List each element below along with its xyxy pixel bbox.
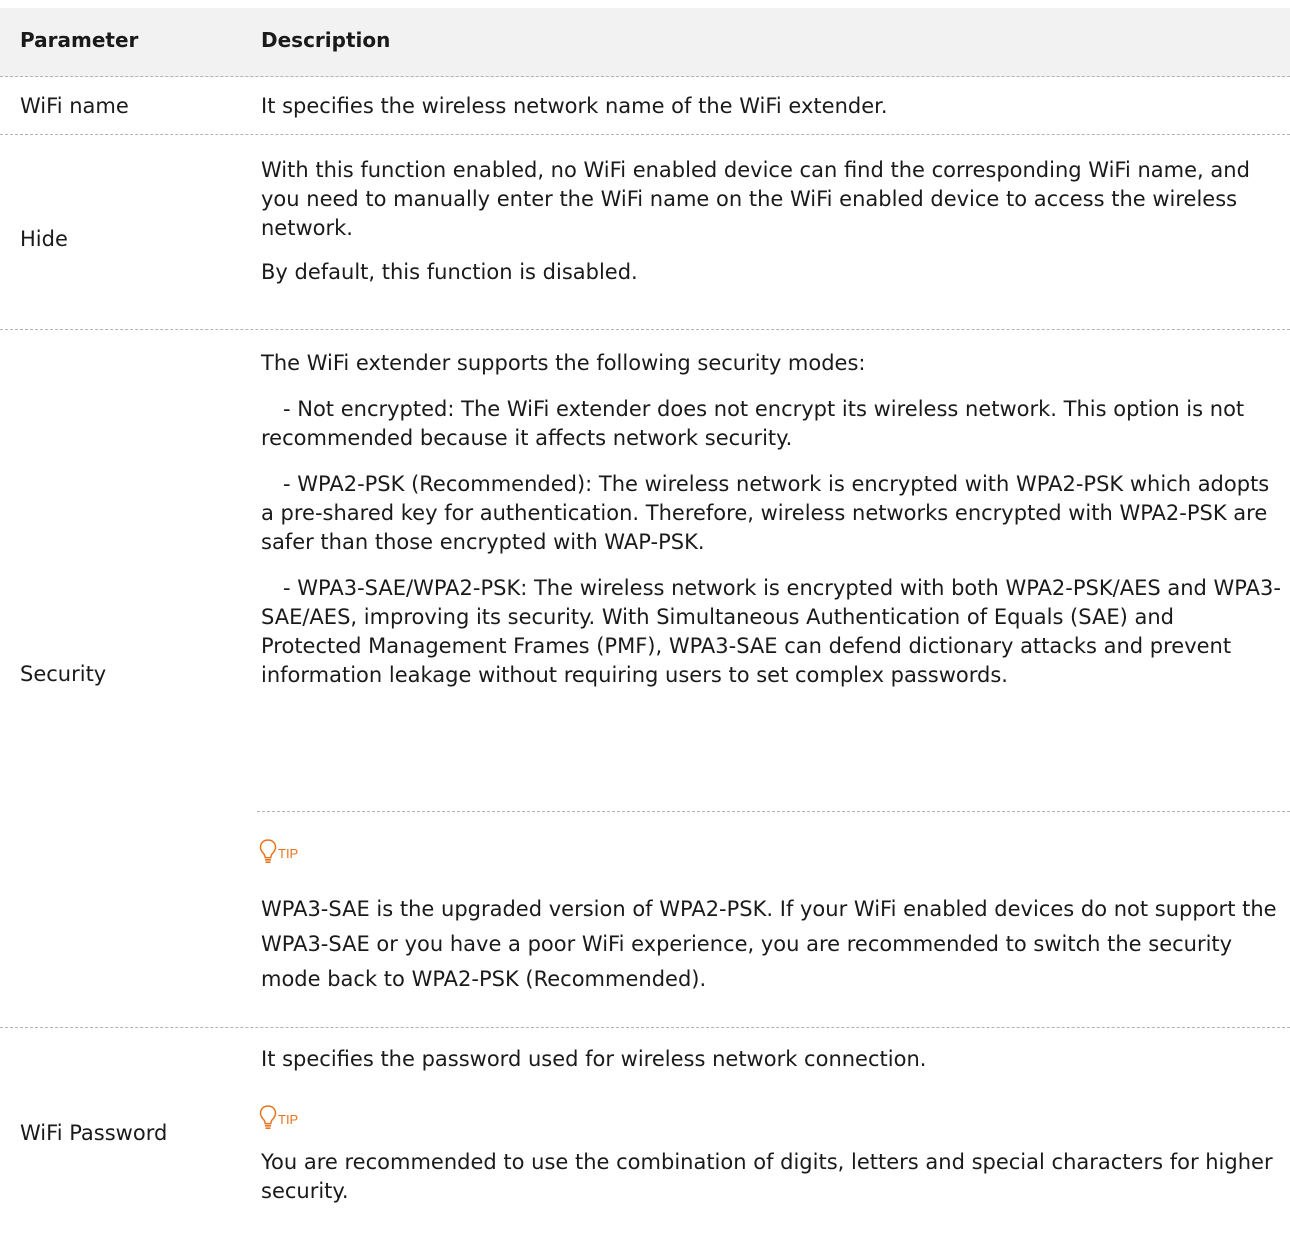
desc-text: By default, this function is disabled.	[261, 260, 638, 284]
desc-wifi-password: It specifies the password used for wirel…	[261, 1045, 1281, 1074]
param-security: Security	[20, 662, 107, 686]
tip-body: WPA3-SAE is the upgraded version of WPA2…	[261, 892, 1281, 997]
desc-security: The WiFi extender supports the following…	[261, 349, 1281, 690]
tip-body: You are recommended to use the combinati…	[261, 1148, 1281, 1206]
tip-text-label: TIP	[278, 846, 299, 861]
param-wifi-password: WiFi Password	[20, 1121, 168, 1145]
header-description: Description	[261, 28, 391, 52]
desc-text: It specifies the wireless network name o…	[261, 94, 888, 118]
tip-text: WPA3-SAE is the upgraded version of WPA2…	[261, 897, 1277, 991]
tip-text: You are recommended to use the combinati…	[261, 1150, 1273, 1203]
param-wifi-name: WiFi name	[20, 94, 129, 118]
param-hide: Hide	[20, 227, 68, 251]
desc-hide: With this function enabled, no WiFi enab…	[261, 156, 1281, 287]
desc-text: With this function enabled, no WiFi enab…	[261, 158, 1250, 240]
lightbulb-icon	[259, 1105, 277, 1129]
table-row: WiFi name It specifies the wireless netw…	[0, 77, 1290, 135]
header-parameter: Parameter	[20, 28, 139, 52]
tip-label: TIP	[259, 1096, 298, 1130]
table-header: Parameter Description	[0, 8, 1290, 77]
desc-text: - WPA3-SAE/WPA2-PSK: The wireless networ…	[261, 576, 1281, 687]
desc-text: The WiFi extender supports the following…	[261, 351, 866, 375]
lightbulb-icon	[259, 839, 277, 863]
table-row: Hide With this function enabled, no WiFi…	[0, 135, 1290, 330]
desc-text: - WPA2-PSK (Recommended): The wireless n…	[261, 472, 1270, 554]
tip-divider	[257, 811, 1290, 812]
table-row: Security The WiFi extender supports the …	[0, 330, 1290, 1028]
tip-label: TIP	[259, 830, 298, 864]
desc-text: - Not encrypted: The WiFi extender does …	[261, 397, 1245, 450]
desc-text: It specifies the password used for wirel…	[261, 1047, 927, 1071]
table-row: WiFi Password It specifies the password …	[0, 1028, 1290, 1243]
tip-text-label: TIP	[278, 1112, 299, 1127]
desc-wifi-name: It specifies the wireless network name o…	[261, 92, 1281, 121]
